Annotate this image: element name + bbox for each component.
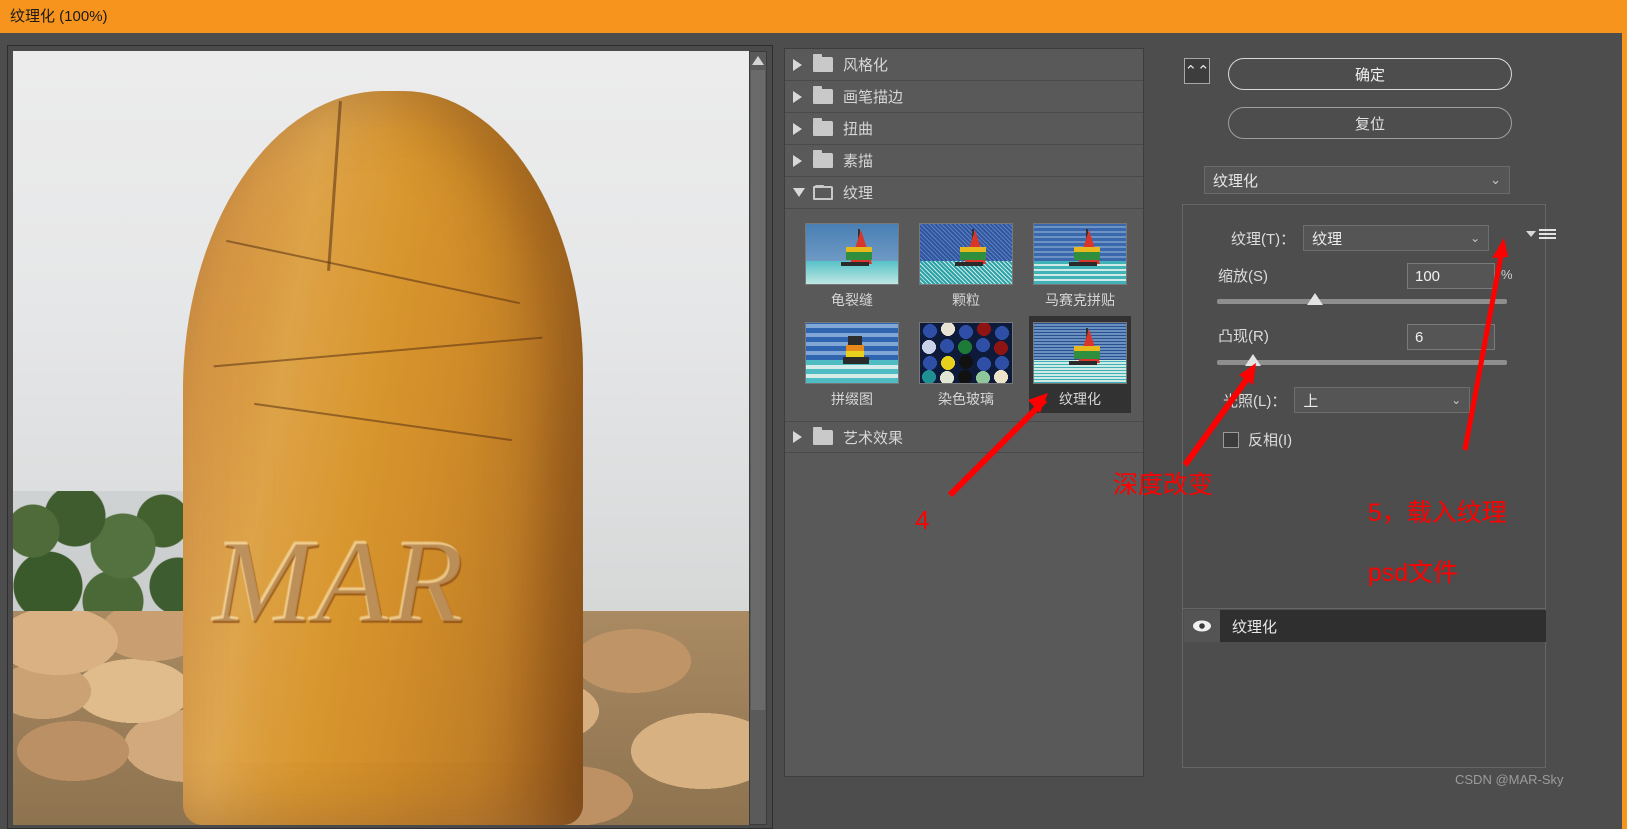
folder-icon [813,118,833,136]
texture-dropdown[interactable]: 纹理 ⌄ [1303,225,1490,251]
filter-thumb-image [919,223,1013,285]
stone-crack [226,239,520,305]
photoshop-filter-gallery-window: 纹理化 (100%) MAR 风格化 画笔描边 扭曲 素描 纹理 龟裂缝 颗粒 … [0,0,1627,829]
folder-icon [813,54,833,72]
category-label: 画笔描边 [843,89,904,106]
ok-button[interactable]: 确定 [1228,58,1512,90]
filter-options-panel: ⌃⌃ 确定 复位 纹理化 ⌄ 纹理(T)： 纹理 ⌄ 缩放(S) 100 % 凸… [1152,48,1572,777]
scale-unit-label: % [1501,267,1513,282]
gallery-category-artistic[interactable]: 艺术效果 [785,421,1143,453]
filter-thumb-label: 拼缀图 [831,391,873,407]
folder-icon [813,86,833,104]
light-value: 上 [1303,392,1319,410]
filter-thumb-image [805,322,899,384]
preview-stone: MAR [183,91,583,825]
filter-thumb-mosaic-tiles[interactable]: 马赛克拼贴 [1029,217,1131,314]
gallery-category-distort[interactable]: 扭曲 [785,113,1143,145]
filter-thumb-label: 颗粒 [952,292,980,308]
layer-name-label: 纹理化 [1232,618,1278,636]
texture-select-row: 纹理(T)： 纹理 ⌄ [1231,225,1490,251]
chevron-down-icon: ⌄ [1490,172,1501,187]
gallery-category-sketch[interactable]: 素描 [785,145,1143,177]
chevron-right-icon [793,431,802,443]
texture-thumbnail-grid: 龟裂缝 颗粒 马赛克拼贴 拼缀图 染色玻璃 纹理化 [785,209,1143,421]
filter-thumb-texturizer[interactable]: 纹理化 [1029,316,1131,413]
stone-crack [213,336,543,368]
annotation-load-texture: 5，载入纹理 psd文件 [1340,468,1507,618]
category-label: 艺术效果 [843,429,904,447]
reset-button[interactable]: 复位 [1228,107,1512,139]
filter-thumb-image [919,322,1013,384]
filter-thumb-label: 纹理化 [1059,391,1101,407]
invert-checkbox[interactable] [1223,431,1239,448]
annotation-load-texture-line2: psd文件 [1367,559,1459,587]
category-label: 扭曲 [843,121,874,138]
folder-icon [813,426,833,445]
annotation-marker-4: 4 [915,505,930,535]
category-label: 素描 [843,153,874,170]
eye-icon-svg [1193,620,1211,632]
folder-icon [813,150,833,168]
chevron-right-icon [793,90,802,103]
effect-layer-panel: 纹理化 [1182,608,1546,768]
preview-vertical-scrollbar[interactable] [749,51,767,825]
invert-checkbox-row[interactable]: 反相(I) [1223,429,1292,450]
texture-value: 纹理 [1312,230,1343,248]
stone-crack [327,101,342,271]
filter-thumb-patchwork[interactable]: 拼缀图 [801,316,903,413]
chevron-down-icon [793,188,805,197]
chevron-right-icon [793,122,802,135]
light-dropdown[interactable]: 上 ⌄ [1294,387,1471,413]
filter-thumb-craquelure[interactable]: 龟裂缝 [801,217,903,314]
folder-open-icon [813,184,833,200]
scale-label: 缩放(S) [1218,268,1268,285]
scale-slider-track[interactable] [1217,299,1507,304]
light-label: 光照(L)： [1223,392,1287,410]
stone-engraving-text: MAR [213,514,466,647]
window-title: 纹理化 (100%) [10,8,108,25]
filter-thumb-label: 龟裂缝 [831,292,873,308]
scrollbar-thumb[interactable] [751,70,765,710]
scale-input[interactable]: 100 [1407,263,1495,289]
invert-label: 反相(I) [1248,432,1293,449]
gallery-category-stylize[interactable]: 风格化 [785,49,1143,81]
annotation-load-texture-line1: 5，载入纹理 [1367,499,1507,527]
chevron-right-icon [793,58,802,71]
filter-thumb-image [805,223,899,285]
filter-thumb-grain[interactable]: 颗粒 [915,217,1017,314]
relief-input[interactable]: 6 [1407,324,1495,350]
filter-thumb-image [1033,223,1127,285]
triangle-up-icon[interactable] [750,52,766,68]
hamburger-menu-icon[interactable] [1526,229,1556,239]
filter-name-dropdown[interactable]: 纹理化 ⌄ [1204,166,1510,194]
light-select-row: 光照(L)： 上 ⌄ [1223,387,1471,413]
chevron-right-icon [793,154,802,167]
triangle-down-icon [1526,231,1536,237]
category-label: 纹理 [843,185,874,202]
stone-crack [254,402,512,442]
chevron-down-icon: ⌄ [1451,393,1462,407]
texture-label: 纹理(T)： [1231,230,1296,248]
watermark: CSDN @MAR-Sky [1455,772,1564,787]
relief-label: 凸现(R) [1218,328,1269,345]
filter-thumb-stained-glass[interactable]: 染色玻璃 [915,316,1017,413]
title-bar: 纹理化 (100%) [0,0,1627,33]
gallery-category-brushstrokes[interactable]: 画笔描边 [785,81,1143,113]
scale-slider-knob[interactable] [1307,293,1323,305]
window-right-edge [1622,33,1627,829]
category-label: 风格化 [843,57,889,74]
filter-thumb-label: 马赛克拼贴 [1045,292,1115,308]
filter-name-value: 纹理化 [1213,172,1259,190]
preview-image[interactable]: MAR [13,51,753,825]
eye-icon[interactable] [1184,610,1220,642]
filter-thumb-label: 染色玻璃 [938,391,994,407]
preview-pane: MAR [7,45,773,829]
relief-slider-knob[interactable] [1245,354,1261,366]
chevron-down-icon: ⌄ [1470,231,1481,245]
chevron-double-up-icon[interactable]: ⌃⌃ [1184,58,1210,84]
filter-gallery-list[interactable]: 风格化 画笔描边 扭曲 素描 纹理 龟裂缝 颗粒 马赛克拼贴 拼缀图 染色玻璃 … [784,48,1144,777]
gallery-category-texture[interactable]: 纹理 [785,177,1143,209]
filter-thumb-image [1033,322,1127,384]
annotation-depth-change: 深度改变 [1113,471,1214,499]
